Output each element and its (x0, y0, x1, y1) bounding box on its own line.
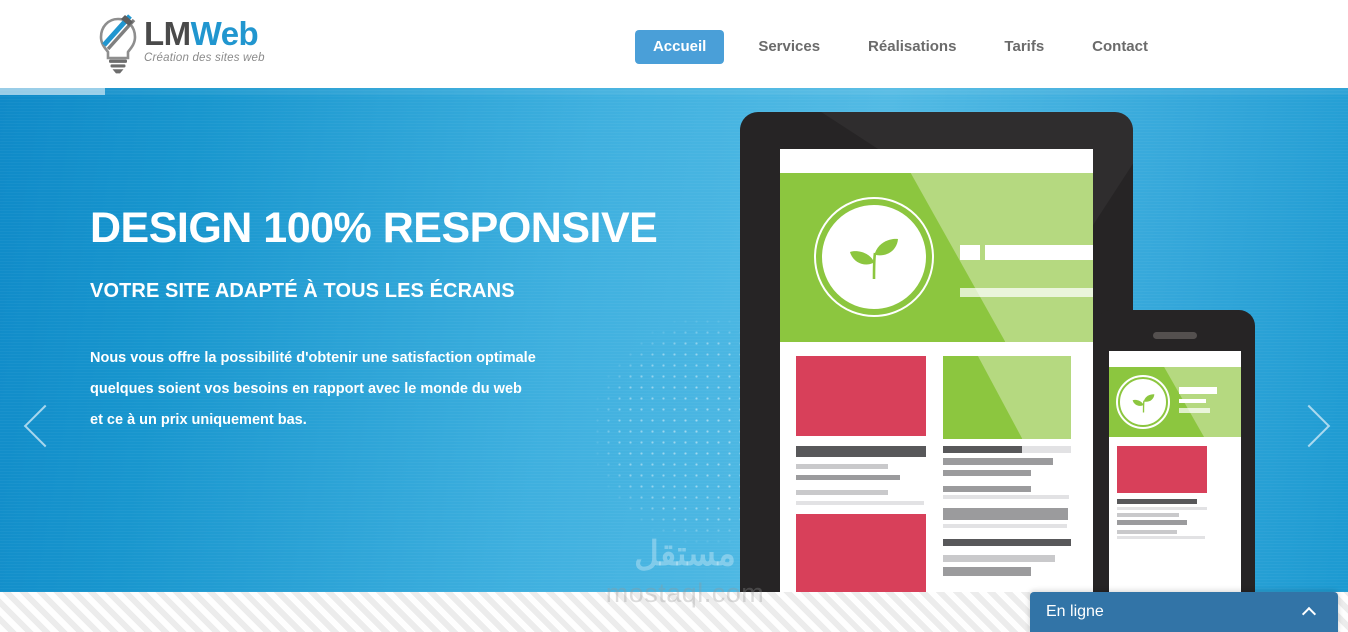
logo-word-web: Web (190, 15, 259, 52)
phone-mockup (1095, 310, 1255, 592)
phone-mock-text-2 (1117, 507, 1207, 510)
phone-mock-content (1109, 437, 1241, 592)
phone-mock-bar-2 (1179, 399, 1206, 403)
mock-text-heading-1 (796, 446, 926, 457)
phone-mock-bar-3 (1179, 408, 1210, 413)
lightbulb-icon (96, 13, 140, 75)
hero-copy: DESIGN 100% RESPONSIVE VOTRE SITE ADAPTÉ… (90, 203, 658, 436)
nav-item-accueil[interactable]: Accueil (634, 30, 725, 64)
phone-mock-text-1 (1117, 499, 1197, 504)
mock-bar-title (985, 245, 1093, 260)
phone-screen (1109, 351, 1241, 592)
mock-bar-sub (960, 288, 1093, 297)
nav-item-contact[interactable]: Contact (1078, 31, 1162, 63)
logo-word-lm: LM (144, 15, 191, 52)
mock-text-line-8 (943, 495, 1069, 499)
mock-text-line-1 (796, 464, 888, 469)
chevron-left-icon (23, 404, 67, 448)
nav-item-tarifs[interactable]: Tarifs (990, 31, 1058, 63)
phone-mock-text-5 (1117, 530, 1177, 534)
phone-mock-text-6 (1117, 536, 1205, 539)
plant-sprout-icon (822, 205, 926, 309)
page-root: LMWeb Création des sites web Accueil Ser… (0, 0, 1348, 632)
hero-title: DESIGN 100% RESPONSIVE (90, 204, 658, 252)
phone-mock-text-3 (1117, 513, 1179, 517)
phone-mock-image-red (1117, 446, 1207, 493)
mock-text-heading-3 (943, 539, 1071, 546)
chat-widget[interactable]: En ligne (1030, 592, 1338, 632)
slider-prev-button[interactable] (23, 403, 67, 465)
phone-plant-sprout-icon (1120, 379, 1166, 425)
hero-slider: DESIGN 100% RESPONSIVE VOTRE SITE ADAPTÉ… (0, 88, 1348, 592)
phone-mock-topbar (1109, 351, 1241, 367)
mock-text-line-9 (943, 508, 1068, 520)
slider-progress-fill (0, 88, 105, 95)
slider-next-button[interactable] (1286, 403, 1331, 465)
hero-body: Nous vous offre la possibilité d'obtenir… (90, 343, 657, 436)
tablet-mockup (740, 112, 1133, 592)
mock-text-line-10 (943, 524, 1067, 528)
phone-mock-hero (1109, 367, 1241, 437)
mock-text-heading-2-tail (1022, 446, 1071, 453)
mock-text-line-4 (796, 501, 924, 505)
site-logo[interactable]: LMWeb Création des sites web (96, 13, 265, 75)
mock-text-line-12 (943, 567, 1031, 576)
phone-mock-bar-1 (1179, 387, 1217, 394)
mock-text-line-3 (796, 490, 888, 495)
nav-item-realisations[interactable]: Réalisations (854, 31, 970, 63)
phone-mock-text-4 (1117, 520, 1187, 525)
mock-bar-small (960, 245, 980, 260)
hero-body-line-3: et ce à un prix uniquement bas. (90, 412, 307, 428)
hero-body-line-2: quelques soient vos besoins en rapport a… (90, 381, 522, 397)
mock-text-line-11 (943, 555, 1055, 562)
phone-speaker (1153, 332, 1197, 339)
nav-item-services[interactable]: Services (744, 31, 834, 63)
mock-image-green (943, 356, 1071, 439)
mock-text-line-2 (796, 475, 900, 480)
mock-text-line-6 (943, 470, 1031, 476)
mock-image-red-2 (796, 514, 926, 592)
chat-status-label: En ligne (1046, 603, 1104, 620)
hero-body-line-1: Nous vous offre la possibilité d'obtenir… (90, 350, 536, 366)
chevron-right-icon (1287, 404, 1331, 448)
mock-hero-banner (780, 173, 1093, 342)
mock-text-heading-2 (943, 446, 1023, 453)
tablet-screen (780, 149, 1093, 592)
hero-subtitle: VOTRE SITE ADAPTÉ À TOUS LES ÉCRANS (90, 280, 515, 302)
mock-text-line-7 (943, 486, 1031, 492)
slider-progress-track (0, 88, 1348, 95)
mock-content-area (780, 342, 1093, 592)
mock-text-line-5 (943, 458, 1053, 465)
main-navigation: Accueil Services Réalisations Tarifs Con… (625, 30, 1172, 64)
logo-wordmark: LMWeb (144, 17, 265, 51)
mock-image-red-1 (796, 356, 926, 436)
logo-text: LMWeb Création des sites web (144, 17, 265, 65)
site-header: LMWeb Création des sites web Accueil Ser… (0, 0, 1348, 88)
chevron-up-icon[interactable] (1301, 606, 1317, 622)
mock-topbar (780, 149, 1093, 173)
logo-tagline: Création des sites web (144, 52, 265, 64)
